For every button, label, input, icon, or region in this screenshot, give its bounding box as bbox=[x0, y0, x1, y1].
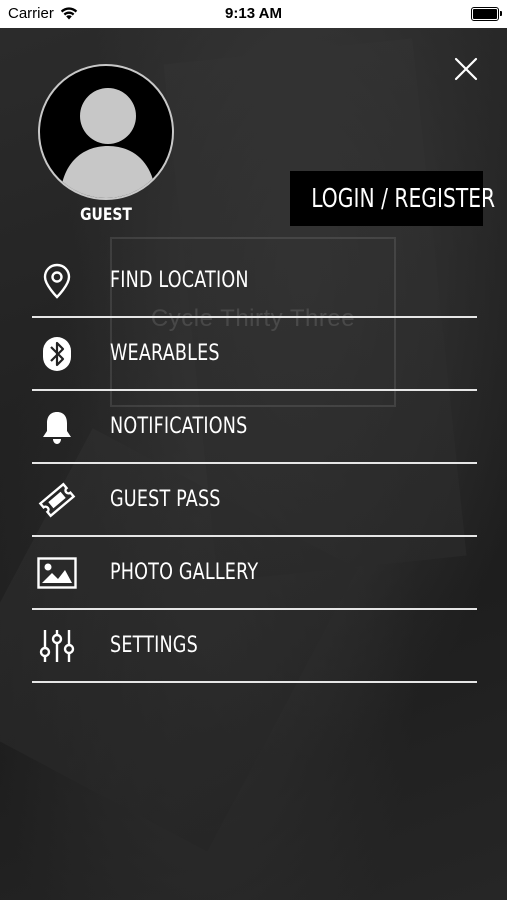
location-pin-icon bbox=[43, 263, 71, 299]
close-icon bbox=[454, 57, 478, 81]
menu-item-label: PHOTO GALLERY bbox=[110, 560, 259, 585]
menu-item-wearables[interactable]: WEARABLES bbox=[32, 318, 477, 391]
login-register-button[interactable]: LOGIN / REGISTER bbox=[290, 171, 496, 226]
side-menu: FIND LOCATION WEARABLES NOTIFICATIONS GU… bbox=[32, 245, 477, 683]
user-icon bbox=[60, 88, 156, 198]
login-register-label: LOGIN / REGISTER bbox=[311, 183, 496, 214]
menu-item-settings[interactable]: SETTINGS bbox=[32, 610, 477, 683]
menu-item-find-location[interactable]: FIND LOCATION bbox=[32, 245, 477, 318]
menu-item-label: FIND LOCATION bbox=[110, 268, 249, 293]
menu-item-notifications[interactable]: NOTIFICATIONS bbox=[32, 391, 477, 464]
menu-item-label: WEARABLES bbox=[110, 341, 220, 366]
menu-item-photo-gallery[interactable]: PHOTO GALLERY bbox=[32, 537, 477, 610]
bell-icon bbox=[43, 411, 71, 444]
close-button[interactable] bbox=[451, 54, 481, 84]
bluetooth-icon bbox=[43, 336, 71, 371]
menu-item-label: GUEST PASS bbox=[110, 487, 221, 512]
status-time: 9:13 AM bbox=[225, 5, 282, 22]
sliders-icon bbox=[39, 629, 75, 662]
menu-item-guest-pass[interactable]: GUEST PASS bbox=[32, 464, 477, 537]
battery-icon bbox=[471, 7, 502, 21]
ticket-icon bbox=[38, 482, 76, 517]
menu-item-label: SETTINGS bbox=[110, 633, 198, 658]
image-icon bbox=[37, 556, 77, 589]
menu-item-label: NOTIFICATIONS bbox=[110, 414, 248, 439]
status-bar: Carrier 9:13 AM bbox=[0, 0, 507, 28]
profile-name: GUEST bbox=[80, 205, 132, 225]
avatar[interactable] bbox=[38, 64, 174, 200]
